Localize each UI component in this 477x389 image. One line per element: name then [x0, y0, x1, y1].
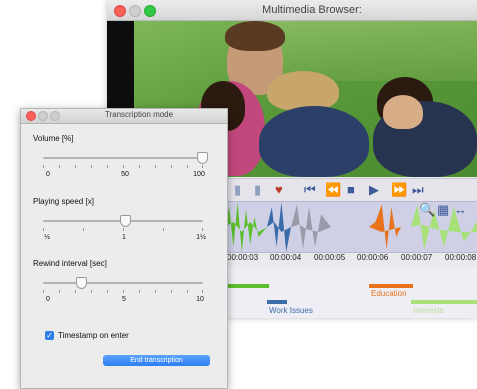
video-person-1-hair: [225, 21, 285, 51]
rewind-icon[interactable]: ⏪: [325, 182, 341, 198]
timeline-label: 00:00:05: [314, 253, 346, 262]
fast-forward-icon[interactable]: ⏩: [391, 182, 407, 198]
zoom-in-icon[interactable]: 🔍: [419, 202, 435, 218]
waveform-segment: [267, 202, 291, 252]
rewind-label: Rewind interval [sec]: [33, 259, 107, 268]
waveform-segment: [369, 204, 401, 250]
skip-end-icon[interactable]: ⏭: [412, 182, 424, 198]
timeline-label: 00:00:06: [357, 253, 389, 262]
end-transcription-button[interactable]: End transcription: [103, 355, 210, 366]
title-bar: Multimedia Browser:: [107, 0, 477, 21]
timeline-label: 00:00:07: [401, 253, 433, 262]
step-forward-icon[interactable]: ▶: [369, 182, 379, 198]
volume-ticks: [43, 165, 203, 169]
bookmark-icon[interactable]: ▮: [234, 182, 241, 198]
video-person-3-hair: [267, 71, 339, 111]
rewind-tick-label: 0: [46, 296, 50, 303]
rewind-tick-label: 10: [196, 296, 204, 303]
dialog-title: Transcription mode: [104, 110, 174, 119]
timestamp-checkbox[interactable]: ✓: [45, 331, 54, 340]
speed-label: Playing speed [x]: [33, 197, 94, 206]
volume-label: Volume [%]: [33, 134, 74, 143]
dialog-title-bar: Transcription mode: [21, 109, 227, 124]
annotation-bar[interactable]: [225, 284, 269, 288]
timeline-label: 00:00:08: [445, 253, 477, 262]
stop-icon[interactable]: ■: [347, 182, 355, 198]
annotation-bar[interactable]: [267, 300, 287, 304]
waveform-segment: [225, 202, 267, 252]
window-title: Multimedia Browser:: [262, 4, 362, 16]
rewind-tick-label: 5: [122, 296, 126, 303]
speed-tick-label: 1½: [196, 234, 206, 241]
video-person-3: [259, 106, 369, 177]
rewind-slider-knob[interactable]: [76, 277, 87, 289]
speed-ticks: [43, 228, 203, 232]
speed-tick-label: 1: [122, 234, 126, 241]
fit-icon[interactable]: ▦: [437, 202, 449, 218]
timestamp-label: Timestamp on enter: [58, 331, 129, 340]
waveform-segment: [291, 204, 331, 250]
volume-tick-label: 100: [193, 171, 205, 178]
bookmark-icon[interactable]: ♥: [275, 182, 283, 198]
volume-slider-knob[interactable]: [197, 152, 208, 164]
bookmark-icon[interactable]: ▮: [254, 182, 261, 198]
speed-tick-label: ½: [44, 234, 50, 241]
annotation-label: Interests: [413, 306, 444, 315]
annotation-bar[interactable]: [369, 284, 413, 288]
video-person-4-face: [383, 95, 423, 129]
speed-slider[interactable]: [43, 215, 203, 227]
annotation-label: Education: [371, 289, 407, 298]
rewind-ticks: [43, 290, 203, 294]
annotation-label: Work Issues: [269, 306, 313, 315]
volume-slider[interactable]: [43, 152, 208, 164]
skip-start-icon[interactable]: ⏮: [304, 182, 316, 198]
annotation-bar[interactable]: [411, 300, 477, 304]
timeline-label: 00:00:03: [227, 253, 259, 262]
expand-icon[interactable]: ↔: [454, 202, 467, 218]
timeline-label: 00:00:04: [270, 253, 302, 262]
speed-slider-knob[interactable]: [120, 215, 131, 227]
volume-tick-label: 0: [46, 171, 50, 178]
transcription-dialog: Transcription mode Volume [%] 0 50 100 P…: [20, 108, 228, 389]
rewind-slider[interactable]: [43, 277, 203, 289]
volume-tick-label: 50: [121, 171, 129, 178]
